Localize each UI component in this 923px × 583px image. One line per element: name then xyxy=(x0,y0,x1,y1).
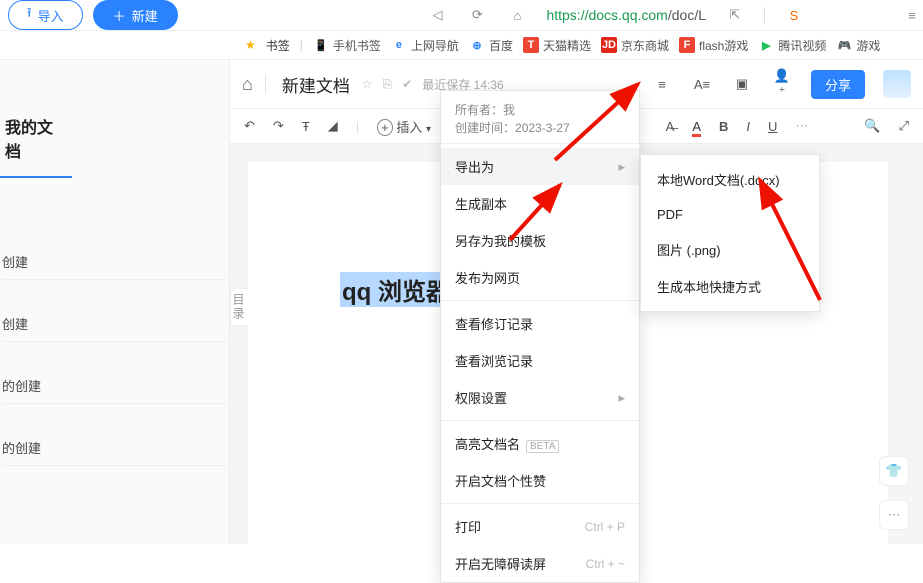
menu-item-copy[interactable]: 生成副本 xyxy=(441,185,639,222)
hamburger-icon[interactable]: ≡ xyxy=(651,77,673,92)
separator xyxy=(441,143,639,144)
sidebar-title[interactable]: 我的文档 xyxy=(0,100,72,178)
menu-item-a11y[interactable]: 开启无障碍读屏 Ctrl + ~ xyxy=(441,545,639,582)
share-button[interactable]: 分享 xyxy=(811,70,865,99)
sidebar: 我的文档 创建 创建 的创建 的创建 xyxy=(0,60,230,544)
mobile-icon: 📱 xyxy=(313,37,329,53)
submenu-item-shortcut[interactable]: 生成本地快捷方式 xyxy=(641,268,819,305)
check-icon: ✔ xyxy=(402,77,412,91)
jd-icon: JD xyxy=(601,37,617,53)
video-icon: ▶ xyxy=(758,37,774,53)
sogou-icon[interactable]: S xyxy=(783,4,805,26)
format-paint-icon[interactable]: Ŧ xyxy=(302,119,310,134)
present-icon[interactable]: ▣ xyxy=(731,76,753,92)
submenu-item-pdf[interactable]: PDF xyxy=(641,198,819,231)
address-bar[interactable]: https://docs.qq.com/doc/L xyxy=(546,7,706,23)
menu-item-export[interactable]: 导出为 ▸ xyxy=(441,148,639,185)
separator xyxy=(441,503,639,504)
menu-item-highlight[interactable]: 高亮文档名BETA xyxy=(441,425,639,462)
sidebar-item[interactable]: 的创建 xyxy=(2,342,227,404)
add-person-icon[interactable]: 👤⁺ xyxy=(771,68,793,100)
separator xyxy=(441,300,639,301)
underline-icon[interactable]: U xyxy=(768,119,777,134)
bm-item[interactable]: ▶腾讯视频 xyxy=(758,37,826,54)
avatar[interactable] xyxy=(883,70,911,98)
reload-icon[interactable]: ⟳ xyxy=(466,4,488,26)
bm-item[interactable]: ⊕百度 xyxy=(469,37,513,54)
strike-icon[interactable]: A̶ xyxy=(666,119,675,134)
sidebar-item[interactable]: 创建 xyxy=(2,218,227,280)
theme-icon[interactable]: 👕 xyxy=(879,456,909,486)
bold-icon[interactable]: B xyxy=(719,119,728,134)
home-icon[interactable]: ⌂ xyxy=(506,4,528,26)
menu-item-revisions[interactable]: 查看修订记录 xyxy=(441,305,639,342)
browser-menu-icon[interactable]: ≡ xyxy=(901,4,923,26)
flash-icon: F xyxy=(679,37,695,53)
new-label: 新建 xyxy=(132,6,158,25)
menu-item-like[interactable]: 开启文档个性赞 xyxy=(441,462,639,499)
menu-item-publish[interactable]: 发布为网页 xyxy=(441,259,639,296)
url-host: https://docs.qq.com xyxy=(546,7,667,23)
text-color-icon[interactable]: A xyxy=(692,119,701,134)
menu-item-print[interactable]: 打印 Ctrl + P xyxy=(441,508,639,545)
globe-icon: e xyxy=(391,37,407,53)
text-style-icon[interactable]: A≡ xyxy=(691,77,713,92)
star-icon[interactable]: ★ xyxy=(245,38,256,52)
divider xyxy=(764,7,765,23)
new-button[interactable]: ＋ 新建 xyxy=(93,0,178,30)
expand-icon[interactable]: ⤢ xyxy=(899,118,909,134)
tmall-icon: T xyxy=(523,37,539,53)
import-button[interactable]: ⭱ 导入 xyxy=(8,0,83,30)
upload-icon: ⭱ xyxy=(27,4,32,26)
bm-item[interactable]: Fflash游戏 xyxy=(679,37,748,54)
doc-home-icon[interactable]: ⌂ xyxy=(242,74,253,95)
menu-item-permissions[interactable]: 权限设置 ▸ xyxy=(441,379,639,416)
undo-icon[interactable]: ↶ xyxy=(244,118,255,134)
submenu-item-docx[interactable]: 本地Word文档(.docx) xyxy=(641,161,819,198)
sidebar-item[interactable]: 创建 xyxy=(2,280,227,342)
bm-label: 书签 xyxy=(266,37,290,54)
search-icon[interactable]: 🔍 xyxy=(864,118,880,134)
bm-item[interactable]: 🎮游戏 xyxy=(836,37,880,54)
game-icon: 🎮 xyxy=(836,37,852,53)
eraser-icon[interactable]: ◢ xyxy=(328,118,338,134)
baidu-icon: ⊕ xyxy=(469,37,485,53)
separator xyxy=(441,420,639,421)
insert-button[interactable]: + 插入 ▾ xyxy=(377,117,431,136)
dots-icon[interactable]: ⋯ xyxy=(879,500,909,530)
chevron-right-icon: ▸ xyxy=(618,390,625,406)
bm-item[interactable]: JD京东商城 xyxy=(601,37,669,54)
star-outline-icon[interactable]: ☆ xyxy=(362,77,373,91)
doc-menu: 所有者：我 创建时间：2023-3-27 导出为 ▸ 生成副本 另存为我的模板 … xyxy=(440,90,640,583)
menu-header: 所有者：我 创建时间：2023-3-27 xyxy=(441,91,639,139)
plus-icon: ＋ xyxy=(113,6,126,25)
divider xyxy=(265,74,266,94)
menu-item-save-template[interactable]: 另存为我的模板 xyxy=(441,222,639,259)
bm-item[interactable]: 📱手机书签 xyxy=(313,37,381,54)
bm-item[interactable]: T天猫精选 xyxy=(523,37,591,54)
more-icon[interactable]: ⋯ xyxy=(795,118,808,134)
sidebar-item[interactable]: 的创建 xyxy=(2,404,227,466)
doc-title[interactable]: 新建文档 xyxy=(282,72,350,97)
menu-item-history[interactable]: 查看浏览记录 xyxy=(441,342,639,379)
external-icon[interactable]: ⇱ xyxy=(724,4,746,26)
chevron-right-icon: ▸ xyxy=(618,159,625,175)
divider: | xyxy=(356,119,359,134)
bm-item[interactable]: e上网导航 xyxy=(391,37,459,54)
move-icon[interactable]: ⎘ xyxy=(383,77,393,92)
italic-icon[interactable]: I xyxy=(746,119,750,134)
divider: | xyxy=(300,38,303,52)
nav-back-icon[interactable]: ◁ xyxy=(426,4,448,26)
url-path: /doc/L xyxy=(668,7,706,23)
export-submenu: 本地Word文档(.docx) PDF 图片 (.png) 生成本地快捷方式 xyxy=(640,154,820,312)
submenu-item-png[interactable]: 图片 (.png) xyxy=(641,231,819,268)
redo-icon[interactable]: ↷ xyxy=(273,118,284,134)
import-label: 导入 xyxy=(38,6,64,25)
